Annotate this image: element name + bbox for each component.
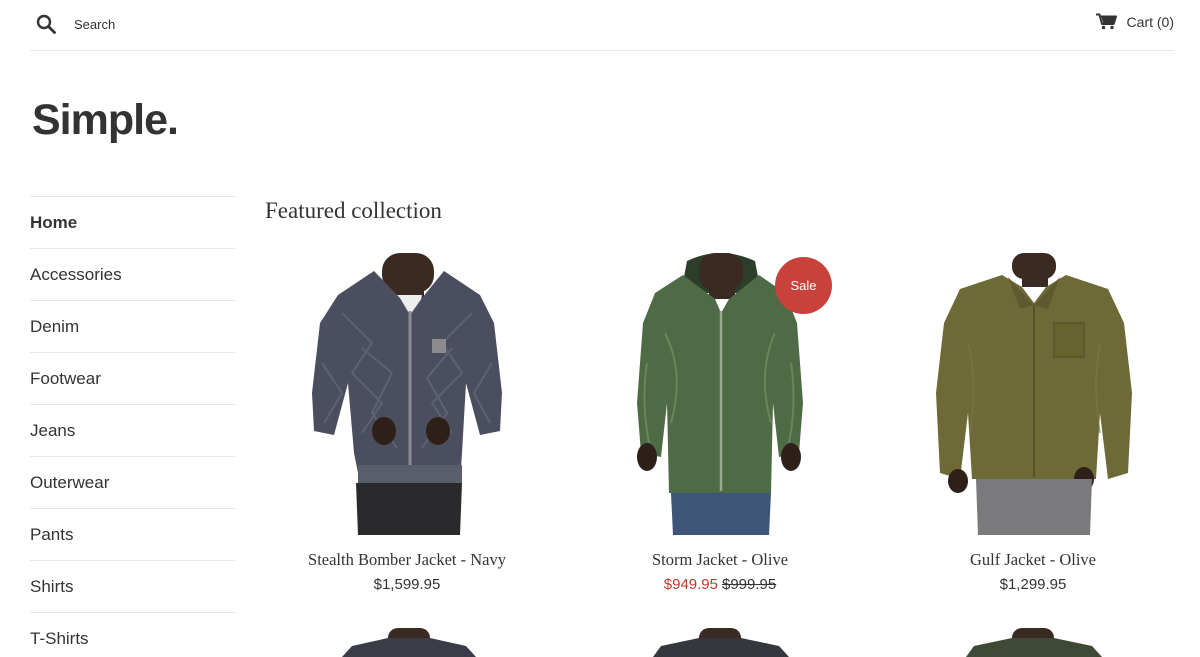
top-bar: Cart (0) <box>30 0 1174 51</box>
sidebar-item-accessories[interactable]: Accessories <box>30 249 235 301</box>
sidebar-nav: Home Accessories Denim Footwear Jeans Ou… <box>30 196 235 657</box>
sidebar-item-footwear[interactable]: Footwear <box>30 353 235 405</box>
sidebar-item-shirts[interactable]: Shirts <box>30 561 235 613</box>
sidebar-item-pants[interactable]: Pants <box>30 509 235 561</box>
sidebar-item-t-shirts[interactable]: T-Shirts <box>30 613 235 657</box>
sidebar-item-home[interactable]: Home <box>30 197 235 249</box>
product-image[interactable] <box>262 628 552 657</box>
product-card[interactable]: Stealth Bomber Jacket - Navy $1,599.95 <box>262 253 552 595</box>
product-price: $1,299.95 <box>999 576 1067 593</box>
product-price: $949.95 $999.95 <box>575 575 865 595</box>
sidebar-item-denim[interactable]: Denim <box>30 301 235 353</box>
page-title: Featured collection <box>265 198 442 223</box>
cart-icon <box>1095 13 1127 30</box>
search-input[interactable] <box>74 16 294 32</box>
product-name[interactable]: Storm Jacket - Olive <box>575 550 865 570</box>
product-card[interactable]: Sale Storm Jacket - Olive $949.95 $999.95 <box>575 253 865 595</box>
search-icon[interactable] <box>36 14 56 34</box>
cart-link[interactable]: Cart (0) <box>1095 13 1174 30</box>
compare-price: $999.95 <box>722 576 777 593</box>
product-image[interactable] <box>575 628 865 657</box>
product-image[interactable] <box>888 628 1178 657</box>
sidebar-item-jeans[interactable]: Jeans <box>30 405 235 457</box>
product-image[interactable]: Sale <box>575 253 865 535</box>
cart-label: Cart (0) <box>1126 13 1174 30</box>
search-form[interactable] <box>36 12 294 36</box>
site-logo[interactable]: Simple. <box>32 96 179 145</box>
product-image[interactable] <box>262 253 552 535</box>
sidebar-item-outerwear[interactable]: Outerwear <box>30 457 235 509</box>
sale-price: $949.95 <box>663 576 718 593</box>
product-name[interactable]: Gulf Jacket - Olive <box>888 550 1178 570</box>
sale-badge: Sale <box>775 257 832 314</box>
product-price: $1,599.95 <box>373 576 441 593</box>
page: Cart (0) Simple. Home Accessories Denim … <box>0 0 1200 657</box>
product-card[interactable]: Gulf Jacket - Olive $1,299.95 <box>888 253 1178 595</box>
product-name[interactable]: Stealth Bomber Jacket - Navy <box>262 550 552 570</box>
product-image[interactable] <box>888 253 1178 535</box>
